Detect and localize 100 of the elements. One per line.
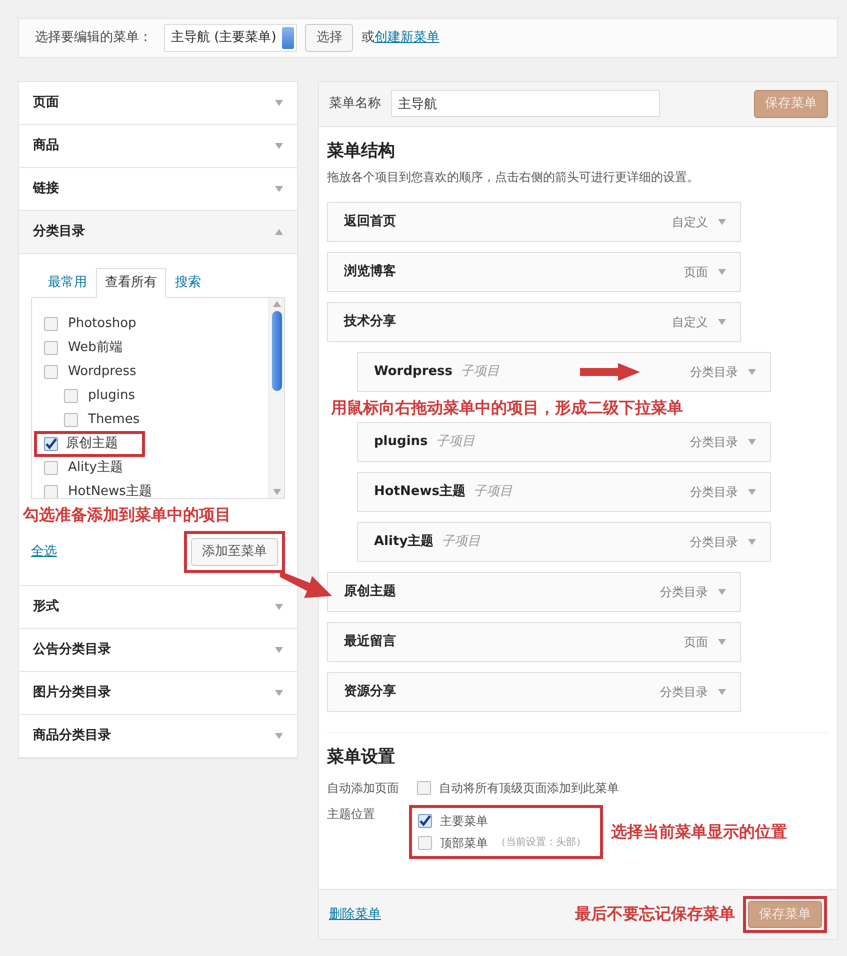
- menu-item-title: Ality主题: [374, 532, 434, 552]
- expand-arrow-icon[interactable]: [275, 143, 283, 149]
- menu-item-bar[interactable]: plugins 子项目 分类目录: [357, 422, 771, 462]
- collapse-arrow-icon[interactable]: [275, 229, 283, 235]
- menu-item-title: 浏览博客: [344, 262, 396, 282]
- checkbox[interactable]: [44, 484, 58, 498]
- menu-item-title: HotNews主题: [374, 482, 466, 502]
- checkbox[interactable]: [418, 836, 432, 850]
- expand-arrow-icon[interactable]: [275, 646, 283, 652]
- annotation-text: 勾选准备添加到菜单中的项目: [23, 504, 232, 526]
- accordion-header[interactable]: 公告分类目录: [19, 628, 297, 672]
- annotation-text: 用鼠标向右拖动菜单中的项目，形成二级下拉菜单: [331, 397, 684, 419]
- checkbox-label: plugins: [88, 386, 135, 405]
- menu-item-type: 分类目录: [660, 684, 708, 701]
- menu-item-type: 页面: [684, 264, 708, 281]
- expand-arrow-icon[interactable]: [748, 539, 756, 545]
- menu-item-type: 分类目录: [690, 364, 738, 381]
- menu-item-title: 最近留言: [344, 632, 396, 652]
- accordion-header[interactable]: 形式: [19, 586, 297, 628]
- expand-arrow-icon[interactable]: [275, 690, 283, 696]
- menu-name-label: 菜单名称: [329, 95, 381, 113]
- menu-item-bar[interactable]: Ality主题 子项目 分类目录: [357, 522, 771, 562]
- expand-arrow-icon[interactable]: [275, 732, 283, 738]
- menu-item-type: 页面: [684, 634, 708, 651]
- expand-arrow-icon[interactable]: [718, 269, 726, 275]
- select-button[interactable]: 选择: [305, 24, 354, 52]
- accordion-header[interactable]: 图片分类目录: [19, 672, 297, 714]
- setting-label: 自动添加页面: [327, 780, 400, 796]
- menu-select-dropdown[interactable]: 主导航 (主要菜单): [164, 24, 298, 52]
- checkbox[interactable]: [64, 388, 78, 402]
- accordion-header[interactable]: 商品分类目录: [19, 714, 297, 758]
- add-to-menu-button[interactable]: 添加至菜单: [191, 538, 278, 566]
- menu-item-bar[interactable]: 最近留言 页面: [327, 622, 741, 662]
- setting-label: 主题位置: [327, 806, 376, 822]
- accordion-header[interactable]: 分类目录: [19, 211, 297, 254]
- menu-item-title: plugins: [374, 433, 428, 452]
- category-tab[interactable]: 最常用: [39, 268, 96, 298]
- checkbox[interactable]: [44, 460, 58, 474]
- menu-item-bar[interactable]: 浏览博客 页面: [327, 252, 741, 292]
- menu-item-bar[interactable]: HotNews主题 子项目 分类目录: [357, 472, 771, 512]
- menu-name-field[interactable]: 主导航: [391, 90, 660, 118]
- menu-item-title: 原创主题: [344, 582, 396, 602]
- annotation-text: 最后不要忘记保存菜单: [575, 903, 735, 926]
- menu-item-title: 返回首页: [344, 212, 396, 232]
- checkbox[interactable]: [64, 412, 78, 426]
- expand-arrow-icon[interactable]: [718, 589, 726, 595]
- menu-item-bar[interactable]: 资源分享 分类目录: [327, 672, 741, 712]
- expand-arrow-icon[interactable]: [748, 369, 756, 375]
- checkbox-label: Wordpress: [68, 362, 136, 381]
- checkbox-label: 自动将所有顶级页面添加到此菜单: [439, 780, 619, 796]
- create-menu-link[interactable]: 创建新菜单: [374, 28, 440, 48]
- menu-item-label: 子项目: [442, 533, 481, 552]
- expand-arrow-icon[interactable]: [718, 219, 726, 225]
- expand-arrow-icon[interactable]: [275, 186, 283, 192]
- menu-item-title: 资源分享: [344, 682, 396, 702]
- or-text: 或: [361, 29, 374, 48]
- category-tab[interactable]: 查看所有: [96, 268, 166, 298]
- menu-item-label: 子项目: [436, 433, 475, 452]
- checkbox[interactable]: [44, 340, 58, 354]
- checkbox-label: HotNews主题: [68, 482, 152, 498]
- menu-item-type: 自定义: [672, 314, 708, 331]
- note-text: （当前设置：头部）: [496, 836, 586, 850]
- checkbox-label: 原创主题: [66, 434, 118, 453]
- menu-item-title: 技术分享: [344, 312, 396, 332]
- delete-menu-link[interactable]: 删除菜单: [329, 904, 381, 924]
- expand-arrow-icon[interactable]: [748, 489, 756, 495]
- menu-item-type: 自定义: [672, 214, 708, 231]
- expand-arrow-icon[interactable]: [275, 100, 283, 106]
- checkbox-label: Ality主题: [68, 458, 123, 477]
- checkbox-label: 主要菜单: [440, 812, 488, 830]
- menu-select-label: 选择要编辑的菜单：: [35, 29, 152, 48]
- checkbox-label: Web前端: [68, 338, 122, 357]
- checkbox-label: Themes: [88, 410, 140, 429]
- checkbox[interactable]: [418, 814, 432, 828]
- expand-arrow-icon[interactable]: [718, 689, 726, 695]
- menu-item-title: Wordpress: [374, 363, 453, 382]
- menu-item-type: 分类目录: [690, 484, 738, 501]
- select-all-link[interactable]: 全选: [31, 542, 57, 562]
- section-heading: 菜单设置: [327, 746, 396, 769]
- instruction-text: 拖放各个项目到您喜欢的顺序，点击右侧的箭头可进行更详细的设置。: [327, 169, 700, 186]
- annotation-text: 选择当前菜单显示的位置: [611, 820, 787, 842]
- menu-item-bar[interactable]: 技术分享 自定义: [327, 302, 741, 342]
- checkbox[interactable]: [44, 436, 58, 450]
- expand-arrow-icon[interactable]: [718, 319, 726, 325]
- expand-arrow-icon[interactable]: [275, 604, 283, 610]
- menu-item-bar[interactable]: 返回首页 自定义: [327, 202, 741, 242]
- menu-item-bar[interactable]: Wordpress 子项目 分类目录: [357, 352, 771, 392]
- expand-arrow-icon[interactable]: [748, 439, 756, 445]
- checkbox[interactable]: [44, 364, 58, 378]
- checkbox-label: 顶部菜单: [440, 834, 488, 852]
- menu-item-bar[interactable]: 原创主题 分类目录: [327, 572, 741, 612]
- checkbox[interactable]: [44, 316, 58, 330]
- menu-item-label: 子项目: [460, 363, 500, 382]
- scrollbar[interactable]: [268, 298, 284, 498]
- menu-item-label: 子项目: [473, 483, 512, 502]
- checkbox-label: Photoshop: [68, 314, 136, 333]
- menu-item-type: 分类目录: [660, 584, 708, 601]
- checkbox[interactable]: [417, 780, 431, 794]
- expand-arrow-icon[interactable]: [718, 639, 726, 645]
- category-tab[interactable]: 搜索: [166, 268, 210, 298]
